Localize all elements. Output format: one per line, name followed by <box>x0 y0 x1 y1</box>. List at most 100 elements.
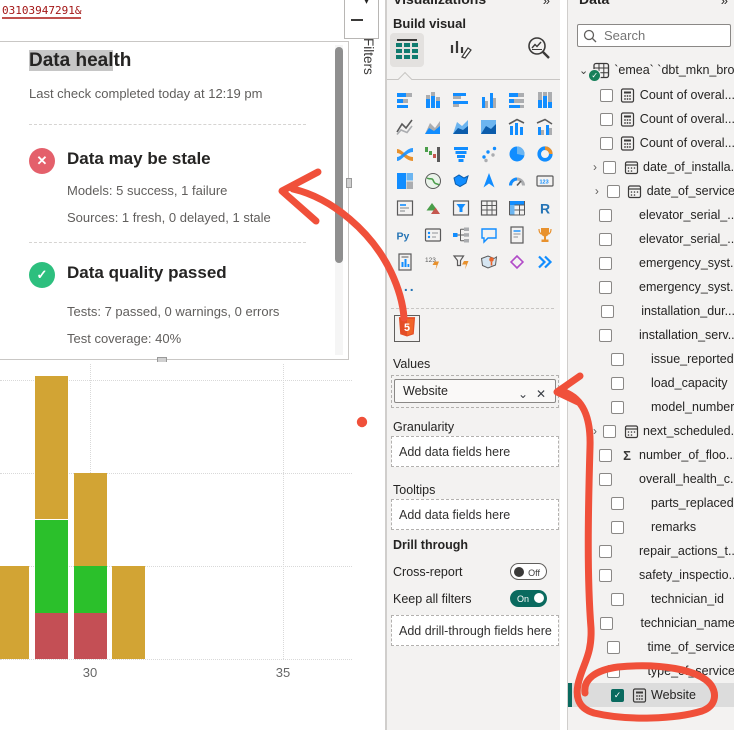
visual-type-qa-visual-icon[interactable] <box>475 221 503 248</box>
visual-type-card-icon[interactable]: 123 <box>531 167 559 194</box>
field-row[interactable]: elevator_serial_... <box>568 227 734 251</box>
bar-segment-red[interactable] <box>74 613 107 660</box>
html5-custom-visual[interactable]: 5 <box>394 315 420 342</box>
field-checkbox[interactable] <box>599 449 612 462</box>
bar-segment-gold[interactable] <box>74 473 107 566</box>
expand-icon[interactable]: › <box>593 424 597 438</box>
visual-type-hundred-stacked-column-chart-icon[interactable] <box>531 86 559 113</box>
cross-report-toggle[interactable]: Off <box>510 563 547 580</box>
visual-type-power-automate-icon[interactable] <box>447 248 475 275</box>
field-row[interactable]: repair_actions_t... <box>568 539 734 563</box>
field-checkbox[interactable] <box>607 665 620 678</box>
bar-segment-gold[interactable] <box>0 566 29 659</box>
visual-type-r-script-visual-icon[interactable]: R <box>531 194 559 221</box>
bar-segment-red[interactable] <box>35 613 68 660</box>
field-checkbox[interactable] <box>599 209 612 222</box>
visual-type-stacked-bar-chart-icon[interactable] <box>391 86 419 113</box>
tab-build-visual[interactable] <box>390 33 424 67</box>
field-row[interactable]: ›next_scheduled... <box>568 419 734 443</box>
field-checkbox[interactable] <box>599 545 612 558</box>
field-row[interactable]: technician_id <box>568 587 734 611</box>
visual-type-slicer-icon[interactable] <box>447 194 475 221</box>
tab-analytics[interactable] <box>523 33 557 67</box>
visual-type-hundred-stacked-bar-chart-icon[interactable] <box>503 86 531 113</box>
field-checkbox[interactable] <box>600 137 613 150</box>
visual-type-power-apps-icon[interactable]: 123 <box>419 248 447 275</box>
field-checkbox[interactable] <box>611 521 624 534</box>
table-tree-root[interactable]: ⌄ ✓ `emea` `dbt_mkn_bron... <box>568 58 734 82</box>
bar-segment-gold[interactable] <box>112 566 145 659</box>
field-row[interactable]: emergency_syst... <box>568 251 734 275</box>
field-checkbox[interactable] <box>600 89 613 102</box>
values-well[interactable]: Website ⌄ ✕ <box>391 375 559 408</box>
visual-type-deneb-icon[interactable] <box>503 248 531 275</box>
visual-type-decomposition-tree-icon[interactable] <box>447 221 475 248</box>
field-row[interactable]: safety_inspectio... <box>568 563 734 587</box>
visual-type-donut-chart-icon[interactable] <box>531 140 559 167</box>
visual-type-kpi-icon[interactable] <box>419 194 447 221</box>
keep-all-filters-toggle[interactable]: On <box>510 590 547 607</box>
visual-type-area-chart-icon[interactable] <box>419 113 447 140</box>
field-row[interactable]: installation_serv... <box>568 323 734 347</box>
field-row[interactable]: Σnumber_of_floo... <box>568 443 734 467</box>
filters-pane-collapsed[interactable]: Filters <box>352 0 386 730</box>
expand-icon[interactable]: › <box>593 160 597 174</box>
visual-type-ribbon-chart-icon[interactable] <box>391 140 419 167</box>
visual-type-filled-map-icon[interactable] <box>447 167 475 194</box>
granularity-drop-area[interactable]: Add data fields here <box>391 436 559 467</box>
field-checkbox[interactable] <box>607 641 620 654</box>
more-visuals-ellipsis[interactable]: ... <box>398 278 416 294</box>
field-row[interactable]: remarks <box>568 515 734 539</box>
field-checkbox[interactable] <box>603 425 616 438</box>
field-row[interactable]: Count of overal... <box>568 107 734 131</box>
field-row[interactable]: technician_name <box>568 611 734 635</box>
remove-field-icon[interactable]: ✕ <box>536 388 546 400</box>
card-scrollbar[interactable] <box>335 45 343 355</box>
field-row[interactable]: issue_reported <box>568 347 734 371</box>
visual-type-pie-chart-icon[interactable] <box>503 140 531 167</box>
collapse-panel-icon[interactable]: » <box>543 0 550 8</box>
field-checkbox[interactable]: ✓ <box>611 689 624 702</box>
chevron-down-icon[interactable]: ⌄ <box>518 388 528 400</box>
visual-type-metrics-icon[interactable] <box>531 221 559 248</box>
visual-type-stacked-area-chart-icon[interactable] <box>447 113 475 140</box>
field-row[interactable]: ›date_of_service <box>568 179 734 203</box>
visual-type-paginated-report-icon[interactable] <box>391 248 419 275</box>
minimize-button[interactable]: ▾ <box>344 0 379 39</box>
visual-type-line-chart-icon[interactable] <box>391 113 419 140</box>
visual-type-azure-map-icon[interactable] <box>475 167 503 194</box>
field-row[interactable]: ✓Website <box>568 683 734 707</box>
field-checkbox[interactable] <box>600 617 613 630</box>
field-row[interactable]: Count of overal... <box>568 131 734 155</box>
tooltips-drop-area[interactable]: Add data fields here <box>391 499 559 530</box>
url-text[interactable]: 03103947291& <box>2 4 81 19</box>
values-field-pill[interactable]: Website ⌄ ✕ <box>394 379 556 403</box>
visual-type-funnel-chart-icon[interactable] <box>447 140 475 167</box>
field-checkbox[interactable] <box>611 497 624 510</box>
visual-type-python-visual-icon[interactable]: Py <box>391 221 419 248</box>
field-checkbox[interactable] <box>599 281 612 294</box>
visual-type-scatter-chart-icon[interactable] <box>475 140 503 167</box>
data-health-card[interactable]: Data health Last check completed today a… <box>0 41 349 360</box>
drill-through-drop-area[interactable]: Add drill-through fields here <box>391 615 559 646</box>
field-row[interactable]: overall_health_c... <box>568 467 734 491</box>
bar-segment-gold[interactable] <box>35 376 68 519</box>
field-checkbox[interactable] <box>601 305 614 318</box>
visual-type-smart-narrative-icon[interactable] <box>503 221 531 248</box>
field-row[interactable]: emergency_syst... <box>568 275 734 299</box>
field-row[interactable]: Count of overal... <box>568 83 734 107</box>
visual-type-clustered-column-chart-icon[interactable] <box>475 86 503 113</box>
field-row[interactable]: model_number <box>568 395 734 419</box>
field-checkbox[interactable] <box>599 257 612 270</box>
field-row[interactable]: parts_replaced <box>568 491 734 515</box>
field-checkbox[interactable] <box>611 401 624 414</box>
field-row[interactable]: time_of_service <box>568 635 734 659</box>
visual-type-map-icon[interactable] <box>419 167 447 194</box>
visual-type-multi-row-card-icon[interactable] <box>391 194 419 221</box>
visual-type-power-automate-visual-icon[interactable] <box>531 248 559 275</box>
search-box[interactable] <box>577 24 731 47</box>
visual-type-matrix-icon[interactable] <box>503 194 531 221</box>
tab-format-visual[interactable] <box>444 33 478 67</box>
field-checkbox[interactable] <box>599 569 612 582</box>
visual-type-clustered-bar-chart-icon[interactable] <box>447 86 475 113</box>
